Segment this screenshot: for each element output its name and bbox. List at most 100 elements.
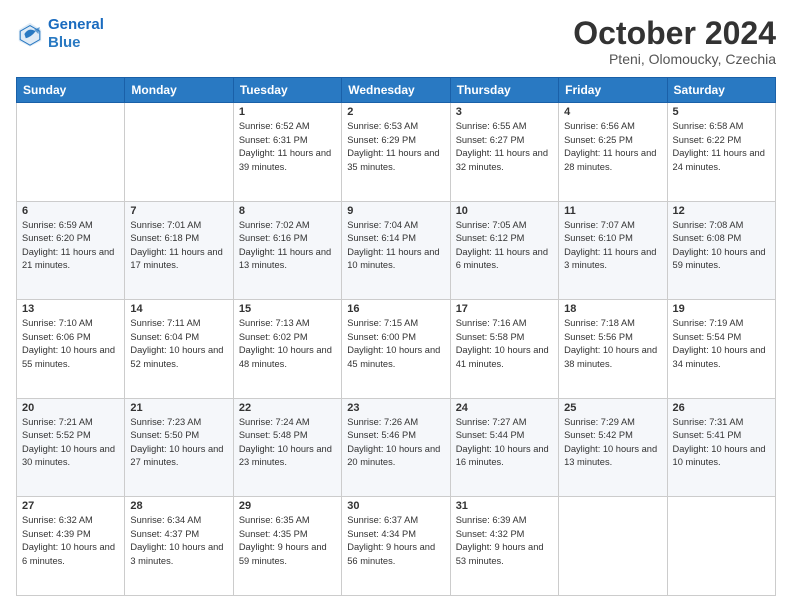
day-number: 10 — [456, 205, 553, 217]
calendar-header-row: SundayMondayTuesdayWednesdayThursdayFrid… — [17, 78, 776, 103]
day-number: 2 — [347, 106, 444, 118]
day-detail: Sunrise: 6:58 AMSunset: 6:22 PMDaylight:… — [673, 120, 770, 174]
logo-icon — [16, 20, 44, 48]
col-header-monday: Monday — [125, 78, 233, 103]
day-cell — [559, 497, 667, 596]
day-cell: 28Sunrise: 6:34 AMSunset: 4:37 PMDayligh… — [125, 497, 233, 596]
day-cell: 21 Sunrise: 7:23 AMSunset: 5:50 PMDayligh… — [125, 398, 233, 497]
day-number: 30 — [347, 500, 444, 512]
logo: General Blue — [16, 16, 104, 52]
day-cell: 18 Sunrise: 7:18 AMSunset: 5:56 PMDayligh… — [559, 300, 667, 399]
col-header-tuesday: Tuesday — [233, 78, 341, 103]
day-detail: Sunrise: 7:16 AMSunset: 5:58 PMDaylight:… — [456, 317, 553, 371]
main-title: October 2024 — [573, 16, 776, 51]
day-detail: Sunrise: 7:21 AMSunset: 5:52 PMDaylight:… — [22, 416, 119, 470]
col-header-wednesday: Wednesday — [342, 78, 450, 103]
day-cell: 5 Sunrise: 6:58 AMSunset: 6:22 PMDaylight… — [667, 103, 775, 202]
day-detail: Sunrise: 7:13 AMSunset: 6:02 PMDaylight:… — [239, 317, 336, 371]
title-block: October 2024 Pteni, Olomoucky, Czechia — [573, 16, 776, 67]
day-number: 24 — [456, 402, 553, 414]
day-cell: 29 Sunrise: 6:35 AMSunset: 4:35 PMDayligh… — [233, 497, 341, 596]
day-cell: 6 Sunrise: 6:59 AMSunset: 6:20 PMDaylight… — [17, 201, 125, 300]
day-cell: 10 Sunrise: 7:05 AMSunset: 6:12 PMDayligh… — [450, 201, 558, 300]
day-number: 5 — [673, 106, 770, 118]
logo-text: General Blue — [48, 16, 104, 52]
day-cell: 25 Sunrise: 7:29 AMSunset: 5:42 PMDayligh… — [559, 398, 667, 497]
day-number: 11 — [564, 205, 661, 217]
day-cell — [17, 103, 125, 202]
day-number: 8 — [239, 205, 336, 217]
day-number: 6 — [22, 205, 119, 217]
day-cell: 31 Sunrise: 6:39 AMSunset: 4:32 PMDayligh… — [450, 497, 558, 596]
day-number: 15 — [239, 303, 336, 315]
day-number: 16 — [347, 303, 444, 315]
day-cell: 23 Sunrise: 7:26 AMSunset: 5:46 PMDayligh… — [342, 398, 450, 497]
day-detail: Sunrise: 7:19 AMSunset: 5:54 PMDaylight:… — [673, 317, 770, 371]
day-cell: 20 Sunrise: 7:21 AMSunset: 5:52 PMDayligh… — [17, 398, 125, 497]
day-detail: Sunrise: 7:31 AMSunset: 5:41 PMDaylight:… — [673, 416, 770, 470]
logo-line1: General — [48, 16, 104, 33]
week-row-2: 13Sunrise: 7:10 AMSunset: 6:06 PMDayligh… — [17, 300, 776, 399]
day-number: 25 — [564, 402, 661, 414]
day-detail: Sunrise: 6:52 AMSunset: 6:31 PMDaylight:… — [239, 120, 336, 174]
day-detail: Sunrise: 7:18 AMSunset: 5:56 PMDaylight:… — [564, 317, 661, 371]
day-detail: Sunrise: 7:24 AMSunset: 5:48 PMDaylight:… — [239, 416, 336, 470]
day-detail: Sunrise: 6:56 AMSunset: 6:25 PMDaylight:… — [564, 120, 661, 174]
day-detail: Sunrise: 6:55 AMSunset: 6:27 PMDaylight:… — [456, 120, 553, 174]
day-number: 17 — [456, 303, 553, 315]
col-header-sunday: Sunday — [17, 78, 125, 103]
logo-line2: Blue — [48, 34, 81, 51]
day-cell: 2 Sunrise: 6:53 AMSunset: 6:29 PMDaylight… — [342, 103, 450, 202]
header: General Blue October 2024 Pteni, Olomouc… — [16, 16, 776, 67]
day-cell — [125, 103, 233, 202]
col-header-saturday: Saturday — [667, 78, 775, 103]
day-cell: 11 Sunrise: 7:07 AMSunset: 6:10 PMDayligh… — [559, 201, 667, 300]
day-number: 21 — [130, 402, 227, 414]
day-cell: 13Sunrise: 7:10 AMSunset: 6:06 PMDayligh… — [17, 300, 125, 399]
day-number: 18 — [564, 303, 661, 315]
day-number: 3 — [456, 106, 553, 118]
day-cell: 16 Sunrise: 7:15 AMSunset: 6:00 PMDayligh… — [342, 300, 450, 399]
day-number: 31 — [456, 500, 553, 512]
day-cell: 27 Sunrise: 6:32 AMSunset: 4:39 PMDayligh… — [17, 497, 125, 596]
day-number: 4 — [564, 106, 661, 118]
week-row-1: 6 Sunrise: 6:59 AMSunset: 6:20 PMDaylight… — [17, 201, 776, 300]
day-number: 23 — [347, 402, 444, 414]
day-cell: 4 Sunrise: 6:56 AMSunset: 6:25 PMDaylight… — [559, 103, 667, 202]
day-cell: 3 Sunrise: 6:55 AMSunset: 6:27 PMDaylight… — [450, 103, 558, 202]
day-number: 28 — [130, 500, 227, 512]
subtitle: Pteni, Olomoucky, Czechia — [573, 51, 776, 67]
day-number: 1 — [239, 106, 336, 118]
day-number: 27 — [22, 500, 119, 512]
day-cell: 1 Sunrise: 6:52 AMSunset: 6:31 PMDaylight… — [233, 103, 341, 202]
day-number: 22 — [239, 402, 336, 414]
day-detail: Sunrise: 7:07 AMSunset: 6:10 PMDaylight:… — [564, 219, 661, 273]
day-detail: Sunrise: 7:05 AMSunset: 6:12 PMDaylight:… — [456, 219, 553, 273]
day-number: 12 — [673, 205, 770, 217]
day-detail: Sunrise: 6:35 AMSunset: 4:35 PMDaylight:… — [239, 514, 336, 568]
day-cell: 9Sunrise: 7:04 AMSunset: 6:14 PMDaylight… — [342, 201, 450, 300]
week-row-3: 20 Sunrise: 7:21 AMSunset: 5:52 PMDayligh… — [17, 398, 776, 497]
day-cell: 15 Sunrise: 7:13 AMSunset: 6:02 PMDayligh… — [233, 300, 341, 399]
day-number: 26 — [673, 402, 770, 414]
day-detail: Sunrise: 7:29 AMSunset: 5:42 PMDaylight:… — [564, 416, 661, 470]
day-cell: 14Sunrise: 7:11 AMSunset: 6:04 PMDayligh… — [125, 300, 233, 399]
day-number: 7 — [130, 205, 227, 217]
day-detail: Sunrise: 7:02 AMSunset: 6:16 PMDaylight:… — [239, 219, 336, 273]
day-detail: Sunrise: 7:23 AMSunset: 5:50 PMDaylight:… — [130, 416, 227, 470]
week-row-4: 27 Sunrise: 6:32 AMSunset: 4:39 PMDayligh… — [17, 497, 776, 596]
day-detail: Sunrise: 7:26 AMSunset: 5:46 PMDaylight:… — [347, 416, 444, 470]
day-detail: Sunrise: 6:53 AMSunset: 6:29 PMDaylight:… — [347, 120, 444, 174]
day-detail: Sunrise: 6:32 AMSunset: 4:39 PMDaylight:… — [22, 514, 119, 568]
day-cell: 8 Sunrise: 7:02 AMSunset: 6:16 PMDaylight… — [233, 201, 341, 300]
day-detail: Sunrise: 7:15 AMSunset: 6:00 PMDaylight:… — [347, 317, 444, 371]
day-cell: 22 Sunrise: 7:24 AMSunset: 5:48 PMDayligh… — [233, 398, 341, 497]
day-number: 20 — [22, 402, 119, 414]
day-detail: Sunrise: 7:27 AMSunset: 5:44 PMDaylight:… — [456, 416, 553, 470]
day-number: 29 — [239, 500, 336, 512]
day-cell — [667, 497, 775, 596]
day-cell: 24 Sunrise: 7:27 AMSunset: 5:44 PMDayligh… — [450, 398, 558, 497]
day-detail: Sunrise: 6:39 AMSunset: 4:32 PMDaylight:… — [456, 514, 553, 568]
day-detail: Sunrise: 6:59 AMSunset: 6:20 PMDaylight:… — [22, 219, 119, 273]
page: General Blue October 2024 Pteni, Olomouc… — [0, 0, 792, 612]
